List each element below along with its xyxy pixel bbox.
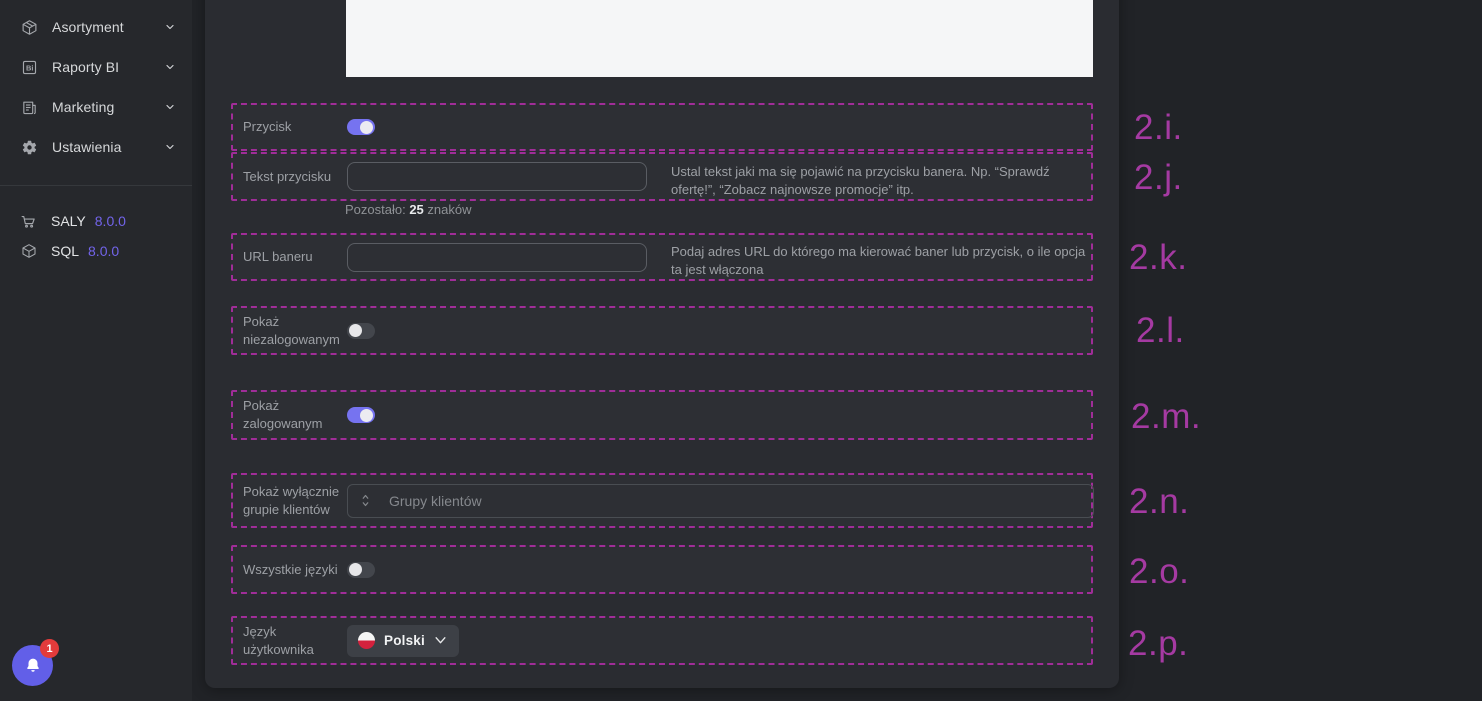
toggle-knob [349,324,362,337]
sidebar-item-label: Raporty BI [52,59,164,75]
chars-remaining-count: 25 [409,202,423,217]
show-logged-out-toggle[interactable] [347,323,375,339]
sidebar-item-raporty-bi[interactable]: Bi Raporty BI [0,47,192,87]
field-label: Tekst przycisku [243,168,343,186]
field-label: Przycisk [243,118,343,136]
sidebar: Asortyment Bi Raporty BI [0,0,192,701]
notification-count-badge: 1 [40,639,59,658]
chevron-down-icon [164,21,176,33]
field-label: Wszystkie języki [243,561,343,579]
form-row-przycisk: Przycisk [231,103,1093,151]
sidebar-item-label: Marketing [52,99,164,115]
annotation-2p: 2.p. [1128,626,1188,661]
field-label: Pokaż wyłącznie grupie klientów [243,483,343,519]
svg-text:Bi: Bi [25,63,32,72]
bell-icon [24,657,42,675]
notifications-button[interactable]: 1 [12,645,53,686]
annotation-2m: 2.m. [1131,399,1201,434]
sidebar-item-asortyment[interactable]: Asortyment [0,7,192,47]
banner-preview [346,0,1093,77]
cube-icon [20,243,37,260]
cube-icon [20,18,38,36]
form-row-wszystkie-jezyki: Wszystkie języki [231,545,1093,594]
sidebar-divider [0,185,192,186]
news-icon [20,98,38,116]
product-version: 8.0.0 [95,213,126,229]
chevron-down-icon [434,636,447,645]
button-text-input[interactable] [347,162,647,191]
sidebar-item-ustawienia[interactable]: Ustawienia [0,127,192,167]
page: Przycisk Tekst przycisku Ustal tekst jak… [0,0,1482,701]
helper-text: Podaj adres URL do którego ma kierować b… [671,243,1095,279]
chars-remaining: Pozostało: 25 znaków [345,202,472,217]
field-label: Pokaż niezalogowanym [243,313,343,349]
annotation-2n: 2.n. [1129,484,1189,519]
language-label: Polski [384,633,425,648]
gear-icon [20,138,38,156]
annotation-2i: 2.i. [1134,110,1183,145]
banner-url-input[interactable] [347,243,647,272]
poland-flag-icon [358,632,375,649]
przycisk-toggle[interactable] [347,119,375,135]
form-row-pokaz-zalogowanym: Pokaż zalogowanym [231,390,1093,440]
product-version: 8.0.0 [88,243,119,259]
select-placeholder: Grupy klientów [389,493,482,509]
language-dropdown-button[interactable]: Polski [347,625,459,657]
product-name: SALY [51,213,86,229]
product-name: SQL [51,243,79,259]
form-row-pokaz-niezalogowanym: Pokaż niezalogowanym [231,306,1093,355]
customer-groups-select[interactable]: Grupy klientów [347,484,1094,518]
sidebar-item-label: Ustawienia [52,139,164,155]
field-label: URL baneru [243,248,343,266]
annotation-2j: 2.j. [1134,160,1183,195]
sidebar-item-marketing[interactable]: Marketing [0,87,192,127]
annotation-2k: 2.k. [1129,240,1187,275]
form-row-grupy-klientow: Pokaż wyłącznie grupie klientów Grupy kl… [231,473,1093,528]
form-row-jezyk-uzytkownika: Język użytkownika Polski [231,616,1093,665]
form-row-tekst-przycisku: Tekst przycisku Ustal tekst jaki ma się … [231,152,1093,201]
toggle-knob [349,563,362,576]
field-label: Język użytkownika [243,623,343,659]
show-logged-in-toggle[interactable] [347,407,375,423]
unfold-more-icon [360,493,371,508]
sidebar-item-label: Asortyment [52,19,164,35]
toggle-knob [360,121,373,134]
chevron-down-icon [164,61,176,73]
chevron-down-icon [164,141,176,153]
all-languages-toggle[interactable] [347,562,375,578]
chevron-down-icon [164,101,176,113]
field-label: Pokaż zalogowanym [243,397,343,433]
cart-icon [20,213,37,230]
version-row-sql: SQL 8.0.0 [0,236,192,266]
bi-report-icon: Bi [20,58,38,76]
helper-text: Ustal tekst jaki ma się pojawić na przyc… [671,163,1095,199]
annotation-2o: 2.o. [1129,554,1189,589]
toggle-knob [360,409,373,422]
annotation-2l: 2.l. [1136,313,1185,348]
version-row-saly: SALY 8.0.0 [0,206,192,236]
form-row-url-baneru: URL baneru Podaj adres URL do którego ma… [231,233,1093,281]
